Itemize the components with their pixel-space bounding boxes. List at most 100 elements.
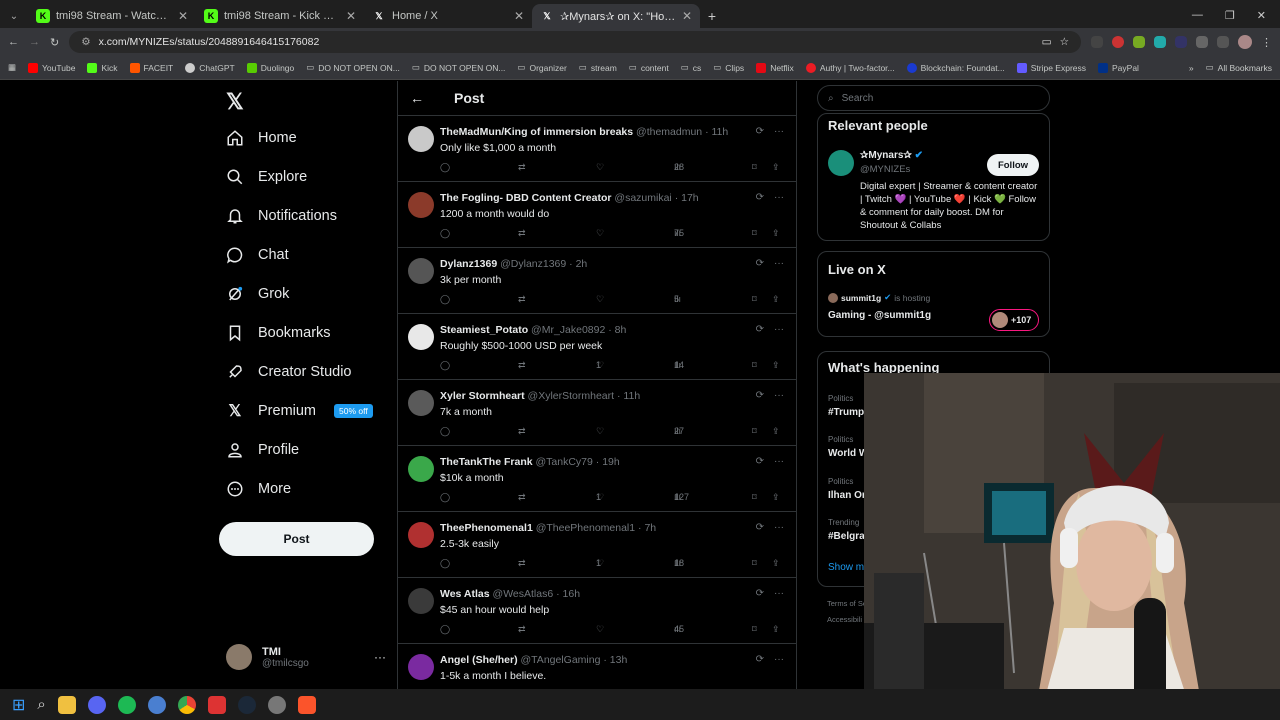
live-host-row[interactable]: summit1g ✔ is hosting bbox=[828, 292, 930, 303]
avatar[interactable] bbox=[408, 654, 434, 680]
repost-icon[interactable]: ⇄ bbox=[518, 492, 526, 503]
post-button[interactable]: Post bbox=[219, 522, 374, 556]
search-input[interactable]: ⌕ Search bbox=[817, 85, 1050, 111]
close-icon[interactable]: ✕ bbox=[682, 9, 692, 23]
nav-creator-studio[interactable]: Creator Studio bbox=[226, 363, 352, 381]
grok-icon[interactable]: ⟳ bbox=[756, 390, 764, 401]
share-icon[interactable]: ⇪ bbox=[772, 228, 780, 239]
spotify-icon[interactable] bbox=[117, 695, 136, 714]
grok-icon[interactable]: ⟳ bbox=[756, 588, 764, 599]
author-handle[interactable]: @Mr_Jake0892 bbox=[531, 324, 605, 336]
restore-icon[interactable]: ❐ bbox=[1225, 9, 1235, 22]
post-time[interactable]: · 11h bbox=[705, 126, 728, 138]
nav-premium[interactable]: 𝕏 Premium 50% off bbox=[226, 402, 373, 420]
more-dots-icon[interactable]: ··· bbox=[774, 456, 784, 467]
new-tab-icon[interactable]: + bbox=[700, 4, 724, 28]
tab-search-icon[interactable]: ⌄ bbox=[0, 4, 28, 28]
repost-icon[interactable]: ⇄ bbox=[518, 162, 526, 173]
reply-icon[interactable]: ◯ bbox=[440, 360, 450, 371]
bookmark[interactable]: Kick bbox=[87, 62, 118, 73]
nav-more[interactable]: More bbox=[226, 480, 291, 498]
bookmark-icon[interactable]: ⌑ bbox=[752, 294, 757, 305]
live-title[interactable]: Gaming - @summit1g bbox=[828, 310, 931, 321]
trend-item[interactable]: Politics World W bbox=[828, 435, 868, 459]
back-icon[interactable]: ← bbox=[8, 36, 19, 48]
close-icon[interactable]: ✕ bbox=[514, 9, 524, 23]
post-time[interactable]: · 13h bbox=[603, 654, 627, 666]
follow-button[interactable]: Follow bbox=[987, 154, 1039, 176]
author-name[interactable]: TheTankThe Frank bbox=[440, 456, 533, 468]
reply-icon[interactable]: ◯ bbox=[440, 162, 450, 173]
footer-link[interactable]: Accessibili bbox=[827, 615, 862, 624]
post-time[interactable]: · 17h bbox=[675, 192, 699, 204]
minimize-icon[interactable]: — bbox=[1192, 9, 1203, 22]
grok-icon[interactable]: ⟳ bbox=[756, 324, 764, 335]
bookmark-icon[interactable]: ⌑ bbox=[752, 492, 757, 503]
bookmark-icon[interactable]: ⌑ bbox=[752, 162, 757, 173]
x-logo-icon[interactable]: 𝕏 bbox=[226, 89, 244, 115]
grok-icon[interactable]: ⟳ bbox=[756, 522, 764, 533]
site-info-icon[interactable]: ⚙ bbox=[81, 36, 90, 48]
bookmark[interactable]: FACEIT bbox=[129, 62, 173, 73]
search-icon[interactable]: ⌕ bbox=[37, 696, 45, 713]
nav-profile[interactable]: Profile bbox=[226, 441, 299, 459]
more-dots-icon[interactable]: ··· bbox=[774, 258, 784, 269]
puzzle-icon[interactable] bbox=[1217, 36, 1229, 48]
bookmark-folder[interactable]: ▭ Clips bbox=[713, 62, 744, 73]
more-dots-icon[interactable]: ··· bbox=[774, 522, 784, 533]
share-icon[interactable]: ⇪ bbox=[772, 162, 780, 173]
author-name[interactable]: Wes Atlas bbox=[440, 588, 490, 600]
trend-item[interactable]: Politics Ilhan Or bbox=[828, 477, 866, 501]
bookmark[interactable]: PayPal bbox=[1098, 62, 1139, 73]
chrome-icon[interactable] bbox=[177, 695, 196, 714]
nav-explore[interactable]: Explore bbox=[226, 168, 307, 186]
chevron-right-icon[interactable]: » bbox=[1189, 63, 1194, 73]
account-switcher[interactable]: TMI @tmilcsgo ··· bbox=[226, 644, 386, 670]
author-handle[interactable]: @TankCy79 bbox=[536, 456, 593, 468]
bookmark-folder[interactable]: ▭ cs bbox=[681, 62, 702, 73]
app-icon[interactable] bbox=[147, 695, 166, 714]
bookmark[interactable]: Netflix bbox=[756, 62, 794, 73]
reply-post[interactable]: Angel (She/her) @TAngelGaming · 13h 1-5k… bbox=[398, 644, 796, 689]
steam-icon[interactable] bbox=[237, 695, 256, 714]
reply-icon[interactable]: ◯ bbox=[440, 228, 450, 239]
footer-link[interactable]: Terms of Se bbox=[827, 599, 867, 608]
avatar[interactable] bbox=[408, 390, 434, 416]
avatar[interactable] bbox=[1238, 35, 1252, 49]
browser-tab[interactable]: K tmi98 Stream - Kick Dashboard ✕ bbox=[196, 4, 364, 28]
avatar[interactable] bbox=[408, 324, 434, 350]
more-dots-icon[interactable]: ··· bbox=[774, 192, 784, 203]
extension-icon[interactable] bbox=[1112, 36, 1124, 48]
author-handle[interactable]: @Dylanz1369 bbox=[500, 258, 566, 270]
avatar[interactable] bbox=[408, 456, 434, 482]
author-handle[interactable]: @themadmun bbox=[636, 126, 702, 138]
bookmark[interactable]: Duolingo bbox=[246, 62, 294, 73]
author-name[interactable]: Steamiest_Potato bbox=[440, 324, 528, 336]
bookmark-icon[interactable]: ⌑ bbox=[752, 426, 757, 437]
close-icon[interactable]: ✕ bbox=[346, 9, 356, 23]
bookmark[interactable]: ChatGPT bbox=[185, 62, 235, 73]
grok-icon[interactable]: ⟳ bbox=[756, 126, 764, 137]
extension-icon[interactable] bbox=[1175, 36, 1187, 48]
reply-post[interactable]: Steamiest_Potato @Mr_Jake0892 · 8h Rough… bbox=[398, 314, 796, 380]
reply-icon[interactable]: ◯ bbox=[440, 558, 450, 569]
browser-tab-active[interactable]: 𝕏 ✰Mynars✰ on X: "How muc ✕ bbox=[532, 4, 700, 28]
post-time[interactable]: · 7h bbox=[638, 522, 656, 534]
back-arrow-icon[interactable]: ← bbox=[410, 90, 424, 106]
faceit-anticheat-icon[interactable] bbox=[207, 695, 226, 714]
author-name[interactable]: TheMadMun/King of immersion breaks bbox=[440, 126, 633, 138]
author-handle[interactable]: @TAngelGaming bbox=[521, 654, 601, 666]
author-handle[interactable]: @XylerStormheart bbox=[528, 390, 615, 402]
star-icon[interactable]: ☆ bbox=[1060, 36, 1069, 48]
avatar[interactable] bbox=[828, 150, 854, 176]
trend-item[interactable]: Trending #Belgra bbox=[828, 518, 865, 542]
share-icon[interactable]: ⇪ bbox=[772, 360, 780, 371]
show-more-link[interactable]: Show m bbox=[828, 562, 864, 573]
reply-post[interactable]: The Fogling- DBD Content Creator @sazumi… bbox=[398, 182, 796, 248]
grok-icon[interactable]: ⟳ bbox=[756, 258, 764, 269]
address-bar[interactable]: ⚙ x.com/MYNIZEs/status/20488916464151760… bbox=[69, 31, 1081, 53]
bookmark-folder[interactable]: ▭ Organizer bbox=[517, 62, 566, 73]
bookmark-folder[interactable]: ▭ DO NOT OPEN ON... bbox=[412, 62, 506, 73]
reply-post[interactable]: Dylanz1369 @Dylanz1369 · 2h 3k per month… bbox=[398, 248, 796, 314]
extension-icon[interactable] bbox=[1133, 36, 1145, 48]
